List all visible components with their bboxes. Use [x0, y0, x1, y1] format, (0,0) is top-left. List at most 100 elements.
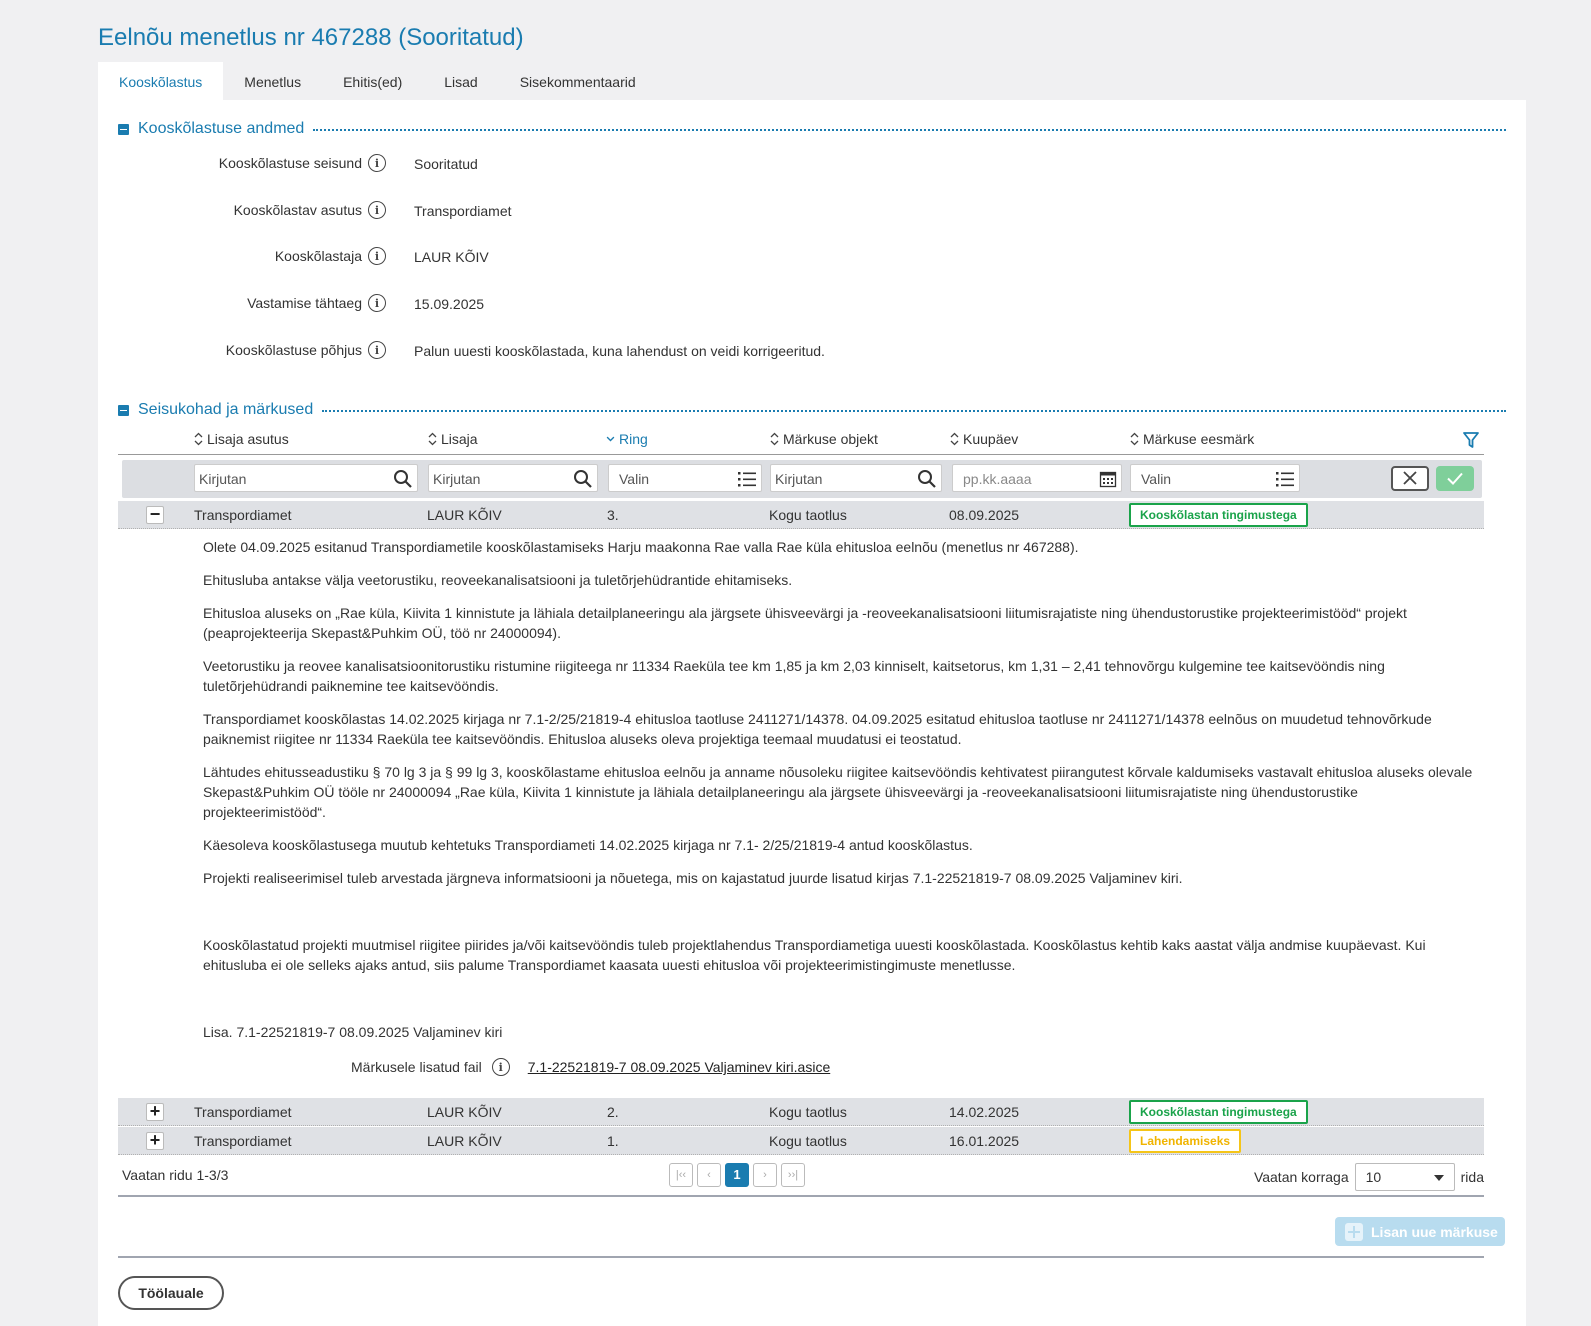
- divider: [322, 410, 1506, 412]
- detail-paragraph: Ehitusluba antakse välja veetorustiku, r…: [203, 572, 793, 588]
- prev-page-button[interactable]: ‹: [697, 1163, 721, 1187]
- col-markuse-objekt[interactable]: Märkuse objekt: [770, 431, 878, 447]
- info-icon[interactable]: i: [368, 201, 386, 219]
- cell-asutus: Transpordiamet: [194, 507, 292, 523]
- detail-paragraph: Lähtudes ehitusseadustiku § 70 lg 3 ja §…: [203, 764, 1473, 820]
- field-label: Kooskõlastav asutus: [233, 202, 362, 218]
- divider: [313, 129, 1506, 131]
- info-icon[interactable]: i: [491, 1058, 510, 1076]
- table-row[interactable]: + Transpordiamet LAUR KÕIV 2. Kogu taotl…: [118, 1098, 1484, 1126]
- filter-lisaja-input[interactable]: Kirjutan: [428, 464, 598, 492]
- info-icon[interactable]: i: [368, 294, 386, 312]
- info-icon[interactable]: i: [368, 341, 386, 359]
- tab-kooskolastus[interactable]: Kooskõlastus: [98, 62, 224, 102]
- apply-filter-button[interactable]: [1436, 466, 1474, 491]
- col-markuse-eesmark[interactable]: Märkuse eesmärk: [1130, 431, 1254, 447]
- sort-icon: [770, 432, 779, 446]
- collapse-row-button[interactable]: −: [146, 505, 164, 524]
- detail-paragraph: Käesoleva kooskõlastusega muutub kehtetu…: [203, 837, 973, 853]
- cell-objekt: Kogu taotlus: [769, 1133, 847, 1149]
- detail-paragraph: Kooskõlastatud projekti muutmisel riigit…: [203, 937, 1426, 973]
- search-icon[interactable]: [917, 469, 937, 489]
- attachment-label: Märkusele lisatud fail: [351, 1059, 482, 1075]
- search-icon[interactable]: [573, 469, 593, 489]
- detail-paragraph: Transpordiamet kooskõlastas 14.02.2025 k…: [203, 711, 1432, 747]
- field-tahtaeg: Vastamise tähtaeg i 15.09.2025: [98, 294, 1498, 314]
- next-page-button[interactable]: ›: [753, 1163, 777, 1187]
- field-label: Kooskõlastuse seisund: [218, 155, 362, 171]
- col-lisaja[interactable]: Lisaja: [428, 431, 478, 447]
- page-1-button[interactable]: 1: [725, 1163, 749, 1187]
- tab-menetlus[interactable]: Menetlus: [223, 62, 322, 102]
- filter-kuupaev-input[interactable]: pp.kk.aaaa: [952, 464, 1122, 492]
- row-detail: Olete 04.09.2025 esitanud Transpordiamet…: [203, 537, 1483, 1055]
- field-value: Transpordiamet: [414, 203, 512, 219]
- list-icon: [1276, 472, 1294, 487]
- table-row[interactable]: + Transpordiamet LAUR KÕIV 1. Kogu taotl…: [118, 1127, 1484, 1155]
- detail-paragraph: Ehitusloa aluseks on „Rae küla, Kiivita …: [203, 605, 1407, 641]
- cell-kuupaev: 08.09.2025: [949, 507, 1020, 523]
- status-badge: Lahendamiseks: [1129, 1129, 1242, 1153]
- cell-asutus: Transpordiamet: [194, 1104, 292, 1120]
- info-icon[interactable]: i: [368, 154, 386, 172]
- status-badge: Kooskõlastan tingimustega: [1129, 503, 1308, 527]
- field-asutus: Kooskõlastav asutus i Transpordiamet: [98, 201, 1498, 221]
- filter-asutus-input[interactable]: Kirjutan: [194, 464, 418, 492]
- collapse-icon[interactable]: [118, 404, 129, 416]
- filter-icon[interactable]: [1462, 431, 1480, 449]
- field-pohjus: Kooskõlastuse põhjus i Palun uuesti koosk…: [98, 341, 1498, 361]
- cell-ring: 2.: [607, 1104, 619, 1120]
- add-remark-button[interactable]: Lisan uue märkuse: [1335, 1217, 1505, 1246]
- grid-header: Lisaja asutus Lisaja Ring Märkuse objekt…: [118, 427, 1484, 455]
- filter-eesmark-select[interactable]: Valin: [1130, 464, 1300, 492]
- cell-kuupaev: 14.02.2025: [949, 1104, 1020, 1120]
- field-value: LAUR KÕIV: [414, 249, 489, 265]
- tab-bar: Kooskõlastus Menetlus Ehitis(ed) Lisad S…: [98, 62, 657, 102]
- status-badge: Kooskõlastan tingimustega: [1129, 1100, 1308, 1124]
- attachment-link[interactable]: 7.1-22521819-7 08.09.2025 Valjaminev kir…: [528, 1059, 831, 1075]
- section-kooskolastuse-andmed[interactable]: Kooskõlastuse andmed: [118, 118, 1506, 140]
- field-value: Sooritatud: [414, 156, 478, 172]
- col-kuupaev[interactable]: Kuupäev: [950, 431, 1018, 447]
- per-page-control: Vaatan korraga 10 rida: [1254, 1163, 1484, 1191]
- field-value: Palun uuesti kooskõlastada, kuna lahendu…: [414, 343, 825, 359]
- row-count: Vaatan ridu 1-3/3: [122, 1167, 229, 1183]
- tab-lisad[interactable]: Lisad: [423, 62, 498, 102]
- page-title: Eelnõu menetlus nr 467288 (Sooritatud): [98, 24, 524, 51]
- cell-kuupaev: 16.01.2025: [949, 1133, 1020, 1149]
- sort-icon: [950, 432, 959, 446]
- filter-ring-select[interactable]: Valin: [608, 464, 762, 492]
- sort-icon: [1130, 432, 1139, 446]
- first-page-button[interactable]: |‹‹: [669, 1163, 693, 1187]
- col-lisaja-asutus[interactable]: Lisaja asutus: [194, 431, 289, 447]
- expand-row-button[interactable]: +: [146, 1131, 164, 1150]
- field-seisund: Kooskõlastuse seisund i Sooritatud: [98, 154, 1498, 174]
- section-seisukohad[interactable]: Seisukohad ja märkused: [118, 399, 1506, 421]
- col-ring[interactable]: Ring: [606, 431, 648, 447]
- detail-paragraph: Olete 04.09.2025 esitanud Transpordiamet…: [203, 539, 1079, 555]
- search-icon[interactable]: [393, 469, 413, 489]
- calendar-icon[interactable]: [1099, 470, 1117, 488]
- per-page-suffix: rida: [1460, 1169, 1484, 1185]
- tab-ehitised[interactable]: Ehitis(ed): [322, 62, 423, 102]
- divider: [118, 1256, 1484, 1258]
- cell-ring: 3.: [607, 507, 619, 523]
- per-page-label: Vaatan korraga: [1253, 1169, 1349, 1185]
- chevron-down-icon: [606, 436, 615, 442]
- cell-lisaja: LAUR KÕIV: [427, 507, 502, 523]
- detail-paragraph: Lisa. 7.1-22521819-7 08.09.2025 Valjamin…: [203, 1024, 503, 1040]
- collapse-icon[interactable]: [118, 123, 129, 135]
- clear-filter-button[interactable]: [1391, 466, 1429, 491]
- last-page-button[interactable]: ››|: [781, 1163, 805, 1187]
- back-to-dashboard-button[interactable]: Töölauale: [118, 1276, 224, 1310]
- field-label: Vastamise tähtaeg: [247, 295, 362, 311]
- tab-sisekommentaarid[interactable]: Sisekommentaarid: [499, 62, 657, 102]
- filter-objekt-input[interactable]: Kirjutan: [770, 464, 942, 492]
- info-icon[interactable]: i: [368, 247, 386, 265]
- per-page-select[interactable]: 10: [1354, 1163, 1455, 1191]
- plus-icon: [1345, 1222, 1363, 1241]
- table-row[interactable]: − Transpordiamet LAUR KÕIV 3. Kogu taotl…: [118, 501, 1484, 529]
- detail-paragraph: Projekti realiseerimisel tuleb arvestada…: [203, 870, 1183, 886]
- expand-row-button[interactable]: +: [146, 1102, 164, 1121]
- cell-objekt: Kogu taotlus: [769, 1104, 847, 1120]
